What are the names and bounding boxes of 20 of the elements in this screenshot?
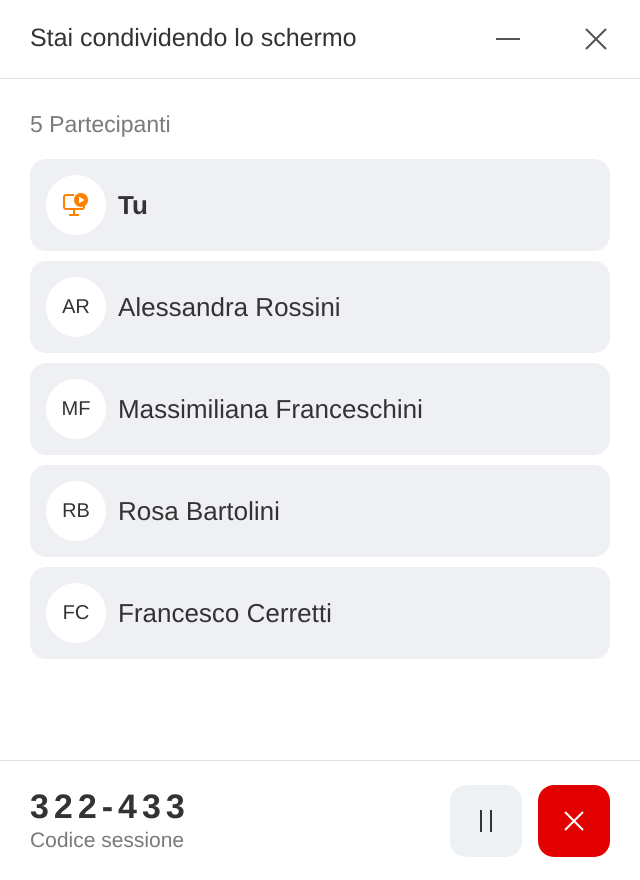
avatar-initials: RB bbox=[46, 481, 106, 541]
session-code: 322-433 bbox=[30, 788, 191, 826]
minimize-icon bbox=[496, 38, 520, 40]
participant-name: Francesco Cerretti bbox=[118, 596, 332, 630]
monitor-play-icon bbox=[63, 193, 89, 217]
close-icon bbox=[564, 810, 584, 830]
participant-name: Massimiliana Franceschini bbox=[118, 392, 423, 426]
participant-name: Tu bbox=[118, 188, 148, 222]
close-button[interactable] bbox=[584, 27, 608, 51]
avatar-initials: AR bbox=[46, 277, 106, 337]
avatar-initials: FC bbox=[46, 583, 106, 643]
avatar-initials: MF bbox=[46, 379, 106, 439]
pause-icon bbox=[480, 810, 492, 832]
session-code-label: Codice sessione bbox=[30, 828, 186, 854]
participants-count: 5 Partecipanti bbox=[30, 110, 172, 139]
close-icon bbox=[585, 28, 607, 50]
window-title: Stai condividendo lo schermo bbox=[30, 23, 358, 54]
participant-name: Rosa Bartolini bbox=[118, 494, 280, 528]
participant-name: Alessandra Rossini bbox=[118, 290, 341, 324]
stop-sharing-button[interactable] bbox=[538, 784, 610, 856]
